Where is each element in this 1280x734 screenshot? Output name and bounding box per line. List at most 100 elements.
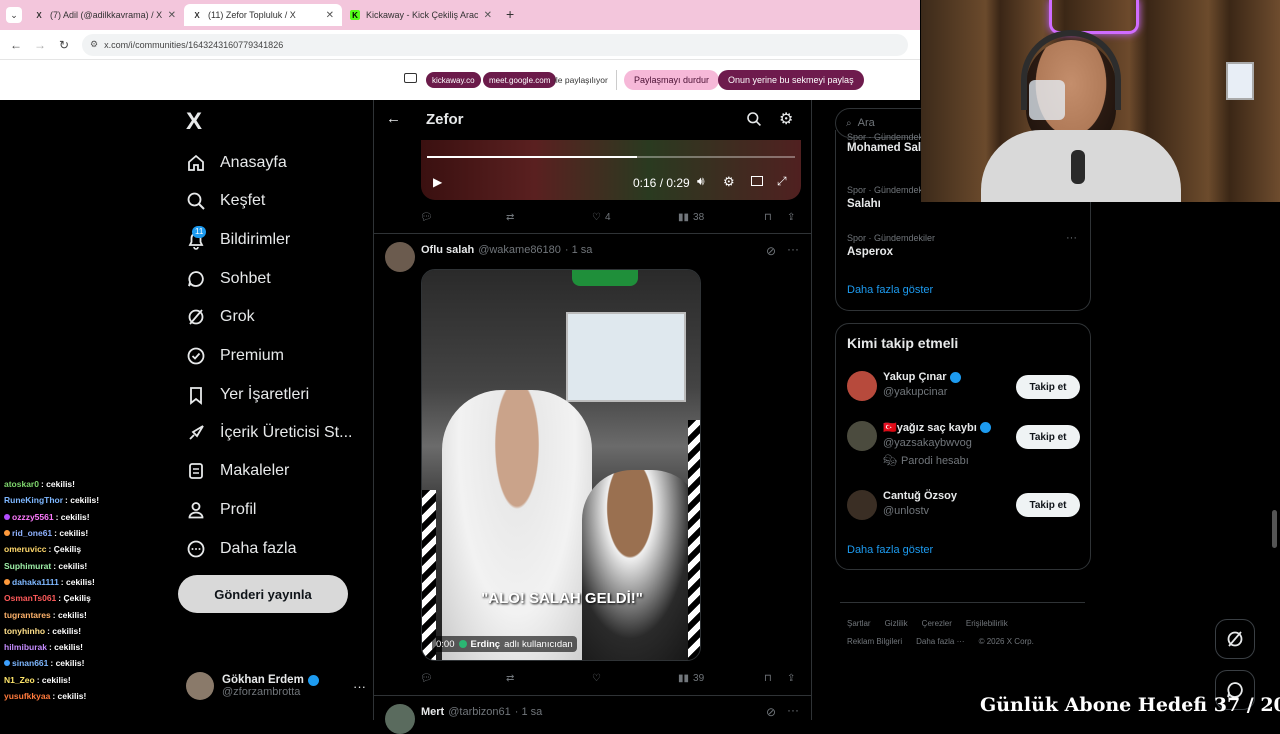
retweet-icon[interactable]: ⇄ bbox=[506, 673, 514, 684]
show-more-trends-link[interactable]: Daha fazla göster bbox=[847, 284, 933, 296]
pip-icon[interactable] bbox=[751, 176, 763, 186]
nav-item-chat[interactable]: Sohbet bbox=[186, 264, 271, 294]
nav-item-explore[interactable]: Keşfet bbox=[186, 186, 265, 216]
chat-text: : cekilis! bbox=[54, 528, 89, 539]
video-player[interactable]: "ALO! SALAH GELDİ!" 0:00 Erdinç adlı kul… bbox=[421, 269, 701, 661]
like-count: 4 bbox=[604, 211, 611, 223]
bell-icon: 11 bbox=[186, 226, 207, 250]
heart-icon[interactable]: ♡ bbox=[592, 673, 601, 684]
back-arrow-icon[interactable]: ← bbox=[386, 110, 401, 127]
browser-tab-zefor[interactable]: X (11) Zefor Topluluk / X ✕ bbox=[184, 4, 342, 26]
bookmark-icon[interactable]: ⊓ bbox=[764, 673, 772, 684]
more-icon[interactable]: ··· bbox=[787, 703, 799, 717]
footer-link[interactable]: Erişilebilirlik bbox=[966, 619, 1008, 628]
like-button[interactable]: ♡ 4 bbox=[592, 212, 611, 223]
avatar[interactable] bbox=[847, 371, 877, 401]
follow-suggestion[interactable]: Cantuğ Özsoy @unlostv bbox=[883, 490, 1013, 517]
globe-icon bbox=[458, 640, 467, 648]
nav-item-home[interactable]: Anasayfa bbox=[186, 148, 287, 178]
more-icon[interactable]: ··· bbox=[1066, 232, 1077, 244]
tab-close-icon[interactable]: ✕ bbox=[326, 10, 334, 21]
nav-item-more[interactable]: Daha fazla bbox=[186, 534, 297, 564]
nav-item-notifications[interactable]: 11 Bildirimler bbox=[186, 225, 290, 255]
show-more-follow-link[interactable]: Daha fazla göster bbox=[847, 544, 933, 556]
share-icon[interactable]: ⇪ bbox=[787, 212, 795, 223]
reload-icon[interactable]: ↻ bbox=[52, 38, 76, 52]
video-player[interactable]: ▶ 0:16 / 0:29 🔊︎ ⚙ ⤢ bbox=[421, 140, 801, 200]
follow-suggestion[interactable]: Yakup Çınar @yakupcinar bbox=[883, 371, 1013, 398]
grok-icon[interactable]: ⊘ bbox=[766, 705, 776, 719]
chat-text: : Çekiliş bbox=[48, 544, 82, 555]
play-icon[interactable]: ▶ bbox=[433, 175, 442, 189]
settings-icon[interactable]: ⚙ bbox=[723, 174, 735, 190]
stop-sharing-button[interactable]: Paylaşmayı durdur bbox=[624, 70, 720, 90]
browser-tab-adil[interactable]: X (7) Adil (@adilkkavrama) / X ✕ bbox=[26, 4, 184, 26]
gear-icon[interactable]: ⚙ bbox=[779, 109, 793, 129]
account-handle: @zforzambrotta bbox=[222, 686, 301, 698]
avatar[interactable] bbox=[385, 704, 415, 734]
nav-item-bookmarks[interactable]: Yer İşaretleri bbox=[186, 380, 309, 410]
follow-button[interactable]: Takip et bbox=[1016, 493, 1080, 517]
tweet-author-name[interactable]: Oflu salah bbox=[421, 244, 474, 256]
share-this-tab-button[interactable]: Onun yerine bu sekmeyi paylaş bbox=[718, 70, 864, 90]
nav-label: Profil bbox=[220, 501, 257, 518]
nav-item-premium[interactable]: Premium bbox=[186, 341, 284, 371]
nav-item-grok[interactable]: Grok bbox=[186, 302, 255, 332]
account-switcher[interactable]: Gökhan Erdem @zforzambrotta ··· bbox=[186, 668, 366, 704]
footer-link[interactable]: Reklam Bilgileri bbox=[847, 637, 902, 646]
footer-link[interactable]: Şartlar bbox=[847, 619, 871, 628]
avatar[interactable] bbox=[385, 242, 415, 272]
notification-badge: 11 bbox=[192, 226, 207, 238]
forward-icon[interactable]: → bbox=[28, 38, 52, 52]
site-info-icon[interactable]: ⚙ bbox=[90, 39, 98, 50]
avatar[interactable] bbox=[847, 421, 877, 451]
follow-button[interactable]: Takip et bbox=[1016, 375, 1080, 399]
reply-icon[interactable]: 💬︎ bbox=[420, 673, 433, 684]
video-caption: "ALO! SALAH GELDİ!" bbox=[481, 590, 643, 607]
more-icon[interactable]: ··· bbox=[353, 679, 366, 694]
new-tab-button[interactable]: + bbox=[506, 6, 514, 22]
reply-icon[interactable]: 💬︎ bbox=[420, 212, 433, 223]
chat-user: yusufkkyaa bbox=[4, 691, 51, 701]
follow-button[interactable]: Takip et bbox=[1016, 425, 1080, 449]
nav-item-creator-studio[interactable]: İçerik Üreticisi St... bbox=[186, 418, 352, 448]
browser-tab-kickaway[interactable]: K Kickaway - Kick Çekiliş Aracı ✕ bbox=[342, 4, 500, 26]
tab-list-dropdown[interactable]: ⌄ bbox=[6, 7, 22, 23]
tweet-author-handle[interactable]: @wakame86180 bbox=[478, 244, 561, 256]
tweet-time[interactable]: · 1 sa bbox=[565, 244, 593, 256]
tweet-author-handle[interactable]: @tarbizon61 bbox=[448, 706, 511, 718]
follow-suggestion[interactable]: 🇹🇷yağız saç kaybı @yazsakaybwvog 🎭︎ Paro… bbox=[883, 421, 1013, 467]
search-icon[interactable] bbox=[746, 111, 762, 132]
share-icon[interactable]: ⇪ bbox=[787, 673, 795, 684]
nav-item-profile[interactable]: Profil bbox=[186, 495, 256, 525]
grok-floating-button[interactable] bbox=[1215, 619, 1255, 659]
bookmark-icon[interactable]: ⊓ bbox=[764, 212, 772, 223]
tweet-time[interactable]: · 1 sa bbox=[515, 706, 543, 718]
chat-message: hilmiburak: cekilis! bbox=[0, 639, 170, 655]
trend-item[interactable]: Spor · Gündemdekiler Asperox bbox=[847, 233, 1077, 258]
mask-icon: 🎭︎ bbox=[883, 455, 897, 467]
views-button[interactable]: ▮▮ 38 bbox=[678, 212, 704, 223]
nav-item-articles[interactable]: Makaleler bbox=[186, 456, 289, 486]
credit-name[interactable]: Erdinç bbox=[471, 639, 501, 650]
grok-icon[interactable]: ⊘ bbox=[766, 244, 776, 258]
footer-link[interactable]: Daha fazla ··· bbox=[916, 637, 964, 646]
fullscreen-icon[interactable]: ⤢ bbox=[777, 174, 787, 189]
more-icon[interactable]: ··· bbox=[787, 242, 799, 256]
avatar[interactable] bbox=[847, 490, 877, 520]
suggestion-name: Cantuğ Özsoy bbox=[883, 490, 957, 502]
retweet-icon[interactable]: ⇄ bbox=[506, 212, 514, 223]
volume-icon[interactable]: 🔊︎ bbox=[697, 174, 705, 189]
scrollbar-thumb[interactable] bbox=[1272, 510, 1277, 548]
back-icon[interactable]: ← bbox=[4, 38, 28, 52]
tab-close-icon[interactable]: ✕ bbox=[484, 10, 492, 21]
x-logo[interactable]: X bbox=[186, 108, 202, 136]
post-button[interactable]: Gönderi yayınla bbox=[178, 575, 348, 613]
url-field[interactable]: ⚙ x.com/i/communities/164324316077934182… bbox=[82, 33, 908, 56]
chat-message: Suphimurat: cekilis! bbox=[0, 557, 170, 573]
footer-link[interactable]: Çerezler bbox=[922, 619, 952, 628]
tab-close-icon[interactable]: ✕ bbox=[168, 10, 176, 21]
views-button[interactable]: ▮▮ 39 bbox=[678, 673, 704, 684]
footer-link[interactable]: Gizlilik bbox=[885, 619, 908, 628]
tweet-author-name[interactable]: Mert bbox=[421, 706, 444, 718]
